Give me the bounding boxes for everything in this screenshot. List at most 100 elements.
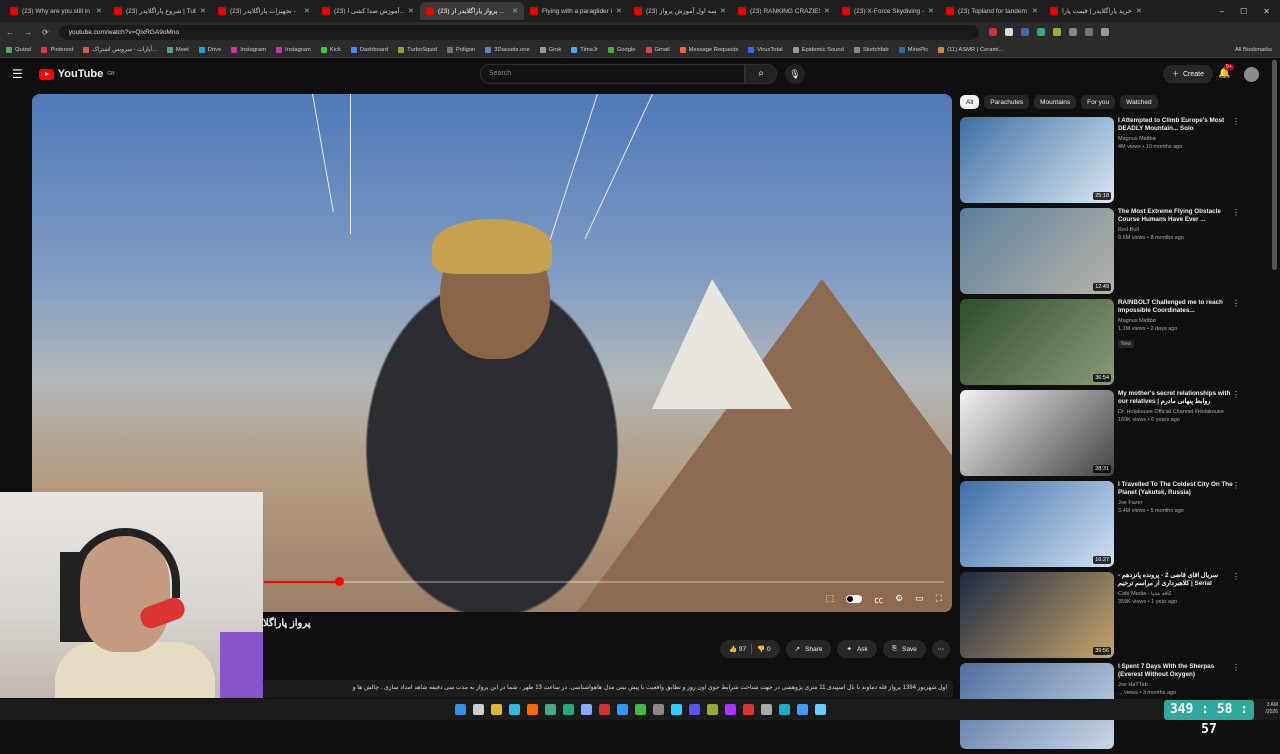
extension-icon[interactable] (1100, 28, 1109, 36)
channel-name[interactable]: Joe HaTTab (1118, 682, 1234, 688)
more-actions-button[interactable]: ⋯ (931, 640, 950, 658)
close-tab-icon[interactable]: ✕ (200, 7, 206, 15)
extension-icon[interactable] (1068, 28, 1077, 36)
search-input[interactable]: Search (480, 64, 745, 84)
taskbar-app-icon[interactable] (508, 704, 520, 715)
browser-tab[interactable]: (23) پرواز پاراگلایدر از ... ✕ (420, 2, 524, 20)
bookmark-item[interactable]: Quizel (6, 46, 31, 53)
minimize-icon[interactable]: – (1220, 7, 1224, 16)
video-thumbnail[interactable]: 39:56 (960, 572, 1114, 658)
search-button[interactable]: ⌕ (745, 64, 777, 84)
bookmark-item[interactable]: 3Dassets.one (485, 46, 530, 53)
channel-name[interactable]: Dr. Holakouee Official Channel #Holakoue… (1118, 409, 1234, 415)
bookmark-item[interactable]: Meet (166, 46, 189, 53)
bookmark-item[interactable]: (11) ASMR | Cerami... (938, 46, 1003, 53)
more-options-icon[interactable]: ⋮ (1232, 663, 1240, 672)
reload-icon[interactable]: ⟳ (42, 28, 49, 37)
recommendation-title[interactable]: I Spent 7 Days With the Sherpas (Everest… (1118, 663, 1234, 679)
taskbar-app-icon[interactable] (670, 704, 682, 715)
recommendation-item[interactable]: 36:54 RAINBOLT Challenged me to reach Imp… (960, 299, 1245, 387)
more-options-icon[interactable]: ⋮ (1232, 299, 1240, 308)
save-button[interactable]: ⎘ Save (882, 640, 926, 658)
maximize-icon[interactable]: ☐ (1240, 7, 1247, 16)
filter-chip[interactable]: For you (1081, 95, 1116, 109)
recommendation-item[interactable]: 12:49 The Most Extreme Flying Obstacle Co… (960, 208, 1245, 296)
avatar[interactable] (1244, 67, 1259, 82)
all-bookmarks-button[interactable]: All Bookmarks (1235, 47, 1280, 53)
extension-icon[interactable] (988, 28, 997, 36)
progress-scrubber[interactable] (334, 577, 344, 586)
browser-tab[interactable]: (23) تجهیزات پاراگلایدر - ✕ (212, 2, 316, 20)
taskbar-app-icon[interactable] (814, 704, 826, 715)
close-tab-icon[interactable]: ✕ (304, 7, 310, 15)
like-button[interactable]: 👍 97 (729, 645, 746, 653)
bookmark-item[interactable]: Kick (320, 46, 341, 53)
filter-chip[interactable]: All (960, 95, 980, 109)
video-description[interactable]: اول شهریور 1394 پرواز قله دماوند با بال … (263, 680, 953, 698)
recommendation-title[interactable]: RAINBOLT Challenged me to reach Impossib… (1118, 299, 1234, 315)
dislike-button[interactable]: 👎 0 (757, 645, 771, 653)
video-thumbnail[interactable]: 12:49 (960, 208, 1114, 294)
video-thumbnail[interactable]: 28:31 (960, 390, 1114, 476)
page-scrollbar[interactable] (1272, 60, 1277, 270)
progress-bar[interactable] (264, 577, 944, 586)
channel-name[interactable]: Red Bull (1118, 227, 1234, 233)
chapters-icon[interactable]: ⬚ (826, 593, 835, 606)
share-button[interactable]: ↗ Share (785, 640, 832, 658)
close-tab-icon[interactable]: ✕ (1136, 7, 1142, 15)
back-icon[interactable]: ← (6, 28, 14, 37)
bookmark-item[interactable]: Pinterest (41, 46, 73, 53)
close-tab-icon[interactable]: ✕ (720, 7, 726, 15)
browser-tab[interactable]: Flying with a paraglider in ✕ (524, 2, 628, 20)
taskbar-app-icon[interactable] (796, 704, 808, 715)
browser-tab[interactable]: (23) آموزش صدا کشی ا... ✕ (316, 2, 420, 20)
video-thumbnail[interactable]: 25:18 (960, 117, 1114, 203)
taskbar-app-icon[interactable] (760, 704, 772, 715)
bookmark-item[interactable]: Epidemic Sound (792, 46, 844, 53)
channel-name[interactable]: Magnus Midtbø (1118, 136, 1234, 142)
notifications-button[interactable]: 🔔 9+ (1218, 64, 1234, 79)
bookmark-item[interactable]: Grok (539, 46, 561, 53)
recommendation-item[interactable]: 16:27 I Travelled To The Coldest City On … (960, 481, 1245, 569)
create-button[interactable]: ＋ Create (1163, 65, 1214, 83)
bookmark-item[interactable]: Instagram (231, 46, 266, 53)
more-options-icon[interactable]: ⋮ (1232, 117, 1240, 126)
taskbar-app-icon[interactable] (706, 704, 718, 715)
voice-search-button[interactable]: 🎙 (785, 64, 805, 84)
forward-icon[interactable]: → (24, 28, 32, 37)
close-tab-icon[interactable]: ✕ (824, 7, 830, 15)
more-options-icon[interactable]: ⋮ (1232, 481, 1240, 490)
settings-gear-icon[interactable]: ⚙ (895, 593, 903, 606)
bookmark-item[interactable]: Sketchfab (853, 46, 889, 53)
channel-name[interactable]: Magnus Midtbø (1118, 318, 1234, 324)
taskbar-app-icon[interactable] (580, 704, 592, 715)
taskbar-app-icon[interactable] (652, 704, 664, 715)
browser-tab[interactable]: (23) شروع پاراگلایدر | Tube✕ (108, 2, 212, 20)
close-tab-icon[interactable]: ✕ (512, 7, 518, 15)
hamburger-menu-icon[interactable]: ☰ (12, 67, 23, 81)
extension-icon[interactable] (1036, 28, 1045, 36)
taskbar-app-icon[interactable] (562, 704, 574, 715)
bookmark-item[interactable]: Instagram (276, 46, 311, 53)
extension-icon[interactable] (1084, 28, 1093, 36)
theater-mode-icon[interactable]: ▭ (915, 593, 924, 606)
extension-icon[interactable] (1020, 28, 1029, 36)
bookmark-item[interactable]: TimeJr (571, 46, 598, 53)
youtube-logo[interactable]: YouTube GB (38, 68, 114, 80)
autoplay-toggle[interactable] (846, 595, 863, 603)
bookmark-item[interactable]: TurboSquid (398, 46, 437, 53)
filter-chip[interactable]: Watched (1120, 95, 1158, 109)
browser-tab[interactable]: (23) RANKING CRAZIEST ✕ (732, 2, 836, 20)
taskbar-app-icon[interactable] (544, 704, 556, 715)
close-tab-icon[interactable]: ✕ (616, 7, 622, 15)
recommendation-item[interactable]: 39:56 سریال آقای قاضی 2 - پرونده پانزدهم … (960, 572, 1245, 660)
fullscreen-icon[interactable]: ⛶ (936, 593, 942, 606)
bookmark-item[interactable]: آپارات - سرویس اشتراک... (83, 46, 157, 53)
taskbar-app-icon[interactable] (634, 704, 646, 715)
browser-tab[interactable]: (23) Topland for tandem ✕ (940, 2, 1044, 20)
close-tab-icon[interactable]: ✕ (96, 7, 102, 15)
close-tab-icon[interactable]: ✕ (1032, 7, 1038, 15)
channel-name[interactable]: Joe Fazer (1118, 500, 1234, 506)
bookmark-item[interactable]: Google (607, 46, 636, 53)
browser-tab[interactable]: (23) X-Force Skydiving - ✕ (836, 2, 940, 20)
